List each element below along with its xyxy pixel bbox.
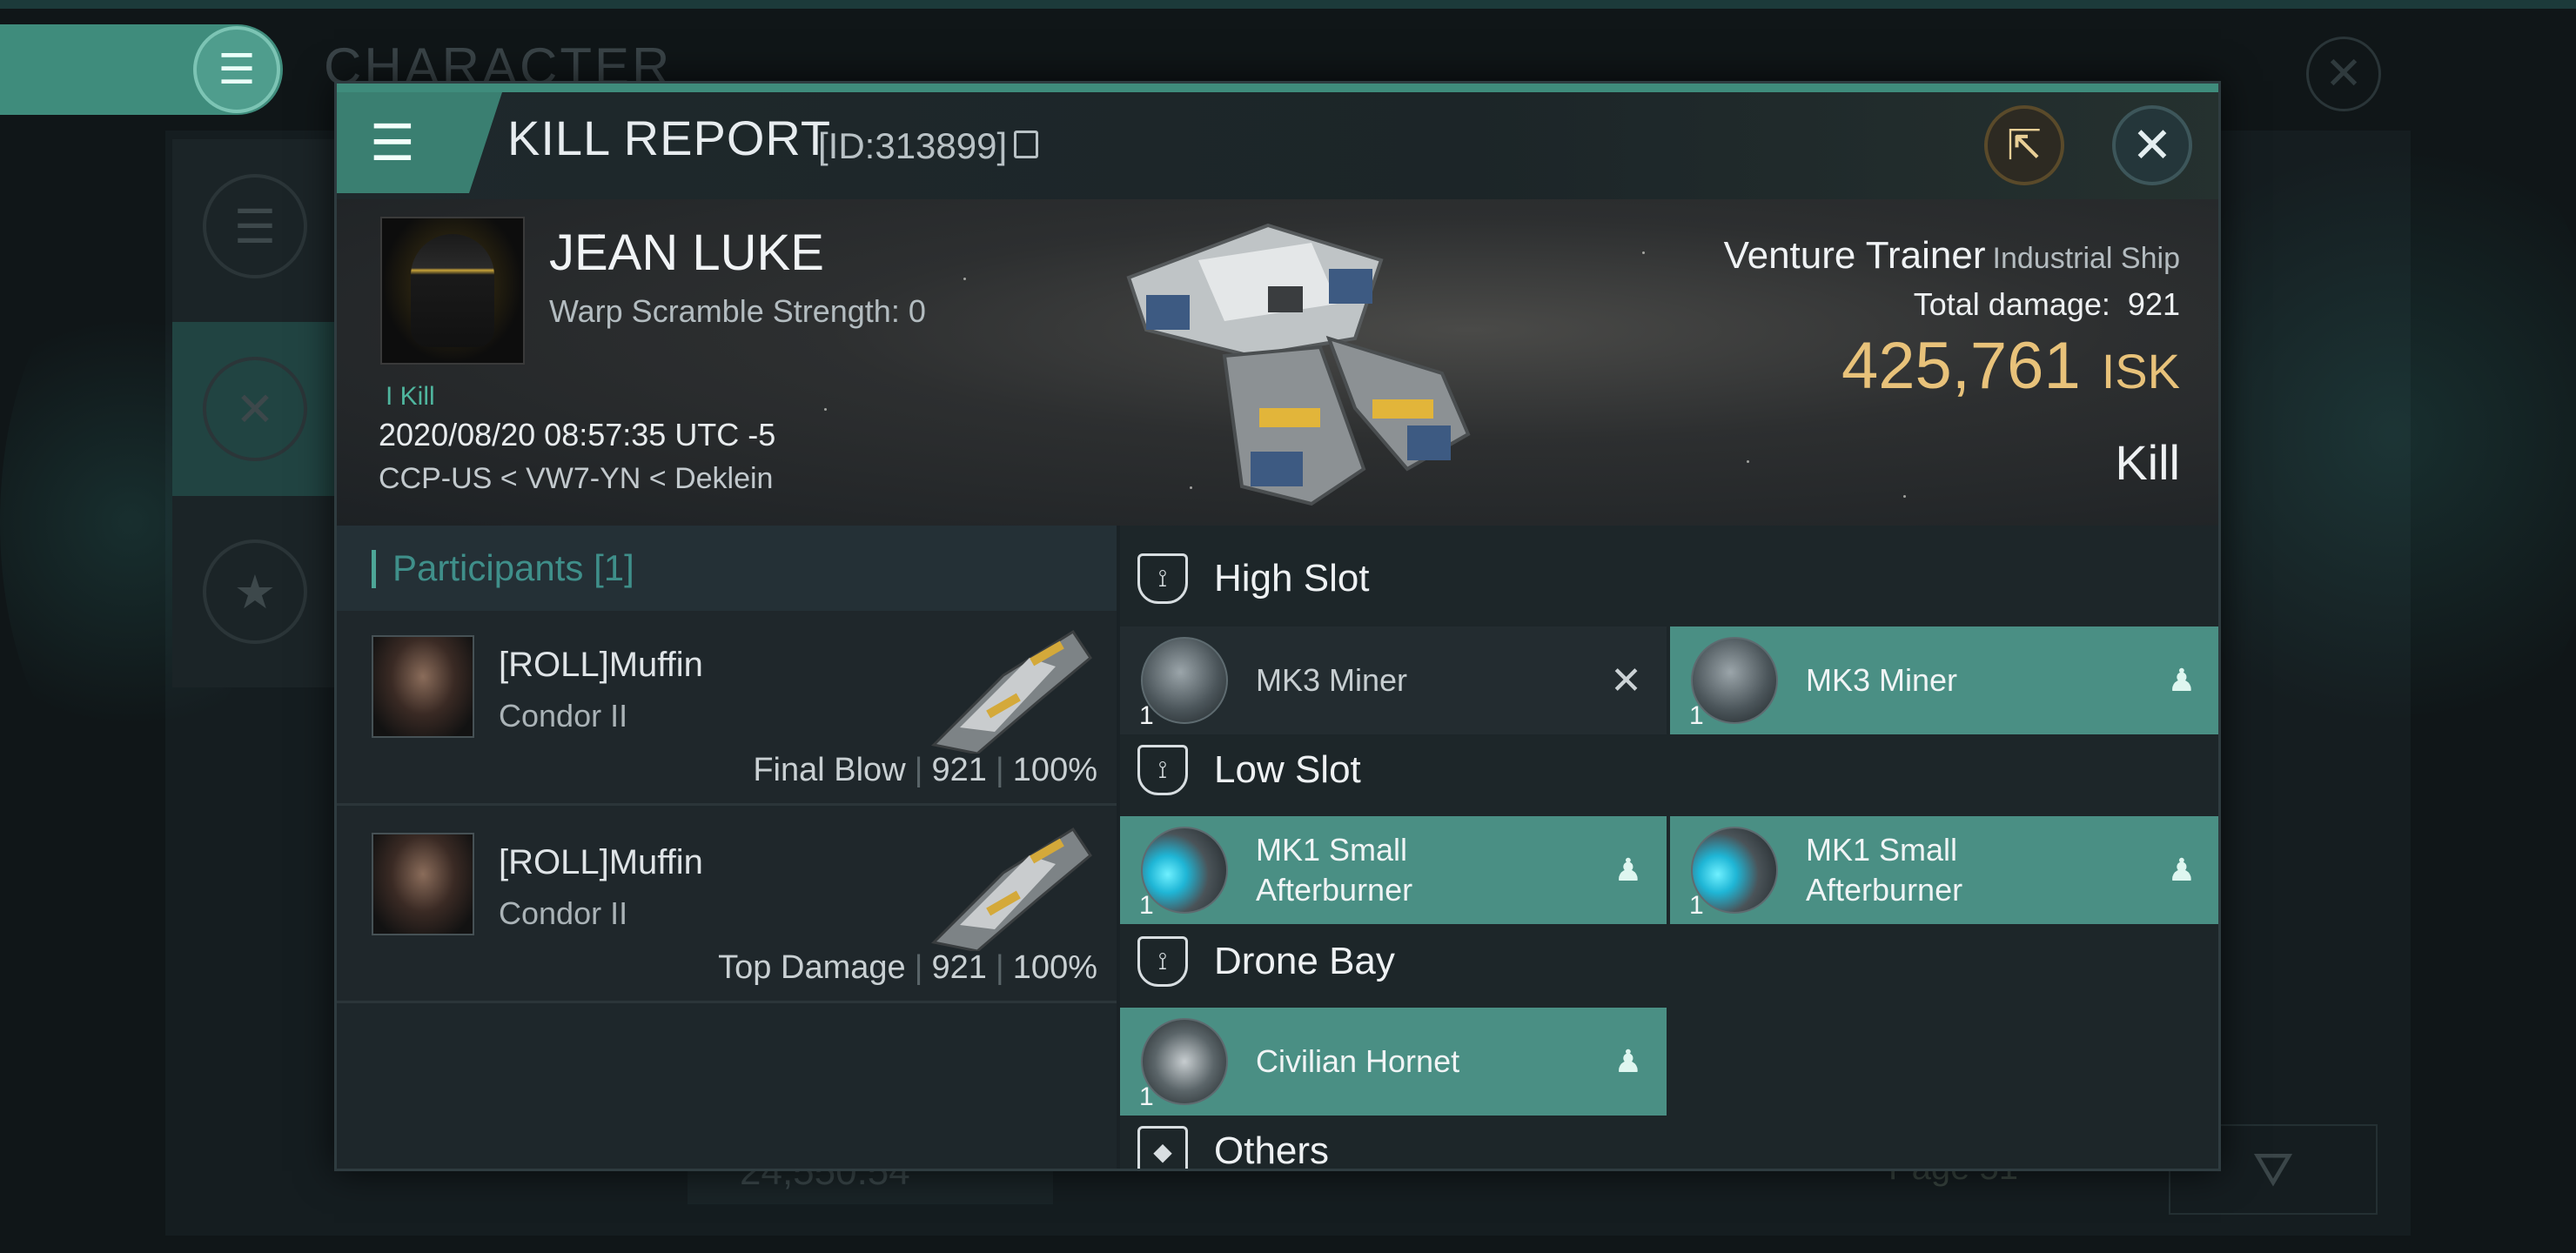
dialog-title: KILL REPORT bbox=[507, 111, 832, 165]
copy-icon[interactable] bbox=[1014, 131, 1038, 158]
participant-damage: 921 bbox=[931, 949, 987, 986]
victim-ship-image[interactable] bbox=[1094, 208, 1494, 521]
fitting-slots-panel: ⟟ High Slot 1 MK3 Miner ✕ 1 MK3 Miner ♟ … bbox=[1120, 526, 2218, 1171]
victim-ship-name: Venture Trainer Industrial Ship bbox=[1724, 234, 2180, 278]
shield-slot-icon: ⟟ bbox=[1137, 745, 1188, 795]
sidebar-item-favorites[interactable]: ★ bbox=[172, 505, 338, 679]
participant-name: [ROLL]Muffin bbox=[499, 843, 703, 881]
participant-row[interactable]: [ROLL]Muffin Condor II Top Damage | 921 | 10… bbox=[337, 808, 1117, 1003]
kill-report-id: [ID:313899] bbox=[818, 125, 1008, 166]
module-name: MK3 Miner bbox=[1806, 662, 1958, 698]
total-damage: Total damage: 921 bbox=[1914, 286, 2180, 323]
isk-unit: ISK bbox=[2101, 344, 2180, 399]
victim-name[interactable]: JEAN LUKE bbox=[549, 224, 824, 282]
others-title: Others bbox=[1214, 1129, 1330, 1171]
drone-icon bbox=[1141, 1018, 1228, 1105]
ship-class: Industrial Ship bbox=[1992, 242, 2180, 275]
participant-damage: 921 bbox=[931, 752, 987, 788]
dialog-accent bbox=[337, 84, 2218, 92]
participant-ship: Condor II bbox=[499, 698, 628, 734]
background-close-button[interactable]: ✕ bbox=[2306, 37, 2381, 111]
share-icon: ⇱ bbox=[2006, 123, 2043, 169]
participant-ship-image bbox=[930, 827, 1092, 951]
others-header: ◆ Others bbox=[1137, 1103, 1330, 1171]
sidebar-item-combat[interactable]: ✕ bbox=[172, 322, 338, 496]
module-item[interactable]: 1 MK3 Miner ✕ bbox=[1120, 626, 1667, 734]
destroyed-x-icon: ✕ bbox=[1610, 659, 1642, 702]
crossed-swords-icon: ✕ bbox=[203, 357, 307, 461]
participant-stats: Final Blow | 921 | 100% bbox=[753, 752, 1097, 788]
participant-name: [ROLL]Muffin bbox=[499, 646, 703, 684]
kill-result: Kill bbox=[2115, 435, 2180, 490]
filter-icon: ⛛ bbox=[2252, 1141, 2294, 1196]
list-icon: ☰ bbox=[203, 174, 307, 278]
participant-ship-image bbox=[930, 629, 1092, 754]
dropped-person-icon: ♟ bbox=[1613, 1043, 1642, 1079]
module-quantity: 1 bbox=[1689, 891, 1704, 920]
module-quantity: 1 bbox=[1689, 701, 1704, 730]
participant-percent: 100% bbox=[1012, 752, 1097, 788]
victim-avatar[interactable] bbox=[380, 217, 525, 365]
isk-value-row: 425,761 ISK bbox=[1841, 328, 2180, 404]
participants-panel: Participants [1] [ROLL]Muffin Condor II … bbox=[337, 526, 1117, 1169]
star-icon: ★ bbox=[203, 539, 307, 644]
module-item[interactable]: 1 Civilian Hornet ♟ bbox=[1120, 1008, 1667, 1116]
close-icon: ✕ bbox=[2324, 49, 2363, 99]
close-button[interactable]: ✕ bbox=[2112, 105, 2192, 185]
drone-bay-header: ⟟ Drone Bay bbox=[1137, 914, 1395, 1009]
ship-name-text: Venture Trainer bbox=[1723, 234, 1986, 277]
afterburner-module-icon bbox=[1691, 827, 1778, 914]
dropped-person-icon: ♟ bbox=[2167, 662, 2196, 698]
dropped-person-icon: ♟ bbox=[1613, 852, 1642, 888]
afterburner-module-icon bbox=[1141, 827, 1228, 914]
participant-stats: Top Damage | 921 | 100% bbox=[718, 949, 1097, 986]
victim-banner: JEAN LUKE Warp Scramble Strength: 0 I Ki… bbox=[337, 199, 2218, 526]
share-button[interactable]: ⇱ bbox=[1984, 105, 2064, 185]
low-slot-title: Low Slot bbox=[1214, 748, 1361, 791]
shield-slot-icon: ⟟ bbox=[1137, 936, 1188, 987]
module-item[interactable]: 1 MK3 Miner ♟ bbox=[1670, 626, 2218, 734]
module-name: Civilian Hornet bbox=[1256, 1043, 1460, 1079]
warp-scramble-strength: Warp Scramble Strength: 0 bbox=[549, 293, 926, 329]
participants-header-label: Participants [1] bbox=[392, 547, 634, 588]
main-menu-button[interactable]: ☰ bbox=[193, 26, 280, 113]
participant-role: Top Damage bbox=[718, 949, 906, 986]
kill-datetime: 2020/08/20 08:57:35 UTC -5 bbox=[379, 417, 776, 452]
miner-module-icon bbox=[1141, 637, 1228, 724]
module-name: MK1 Small Afterburner bbox=[1256, 832, 1413, 908]
dropped-person-icon: ♟ bbox=[2167, 852, 2196, 888]
low-slot-header: ⟟ Low Slot bbox=[1137, 722, 1361, 818]
cube-icon: ◆ bbox=[1137, 1126, 1188, 1169]
participant-percent: 100% bbox=[1012, 949, 1097, 986]
module-name: MK1 Small Afterburner bbox=[1806, 832, 1963, 908]
participant-avatar[interactable] bbox=[372, 635, 474, 738]
sidebar-item-list[interactable]: ☰ bbox=[172, 139, 338, 313]
total-damage-value: 921 bbox=[2127, 286, 2180, 322]
participant-row[interactable]: [ROLL]Muffin Condor II Final Blow | 921 | 10… bbox=[337, 611, 1117, 806]
kill-tag: I Kill bbox=[386, 382, 435, 411]
module-item[interactable]: 1 MK1 Small Afterburner ♟ bbox=[1120, 816, 1667, 924]
drone-bay-title: Drone Bay bbox=[1214, 940, 1395, 982]
hamburger-icon: ☰ bbox=[218, 47, 256, 93]
participant-role: Final Blow bbox=[753, 752, 906, 788]
participant-ship: Condor II bbox=[499, 895, 628, 931]
top-accent-line bbox=[0, 0, 2576, 9]
module-name: MK3 Miner bbox=[1256, 662, 1408, 698]
participant-avatar[interactable] bbox=[372, 833, 474, 935]
module-item[interactable]: 1 MK1 Small Afterburner ♟ bbox=[1670, 816, 2218, 924]
total-damage-label: Total damage: bbox=[1913, 286, 2110, 322]
hamburger-icon: ☰ bbox=[370, 115, 415, 171]
high-slot-header: ⟟ High Slot bbox=[1137, 531, 1370, 626]
kill-report-dialog: ☰ KILL REPORT [ID:313899] ⇱ ✕ JEAN LUKE … bbox=[334, 81, 2221, 1171]
miner-module-icon bbox=[1691, 637, 1778, 724]
participants-header[interactable]: Participants [1] bbox=[337, 526, 1117, 611]
shield-slot-icon: ⟟ bbox=[1137, 553, 1188, 604]
isk-value: 425,761 bbox=[1841, 329, 2081, 403]
close-icon: ✕ bbox=[2131, 117, 2173, 172]
high-slot-title: High Slot bbox=[1214, 557, 1370, 600]
kill-location: CCP-US < VW7-YN < Deklein bbox=[379, 462, 774, 495]
